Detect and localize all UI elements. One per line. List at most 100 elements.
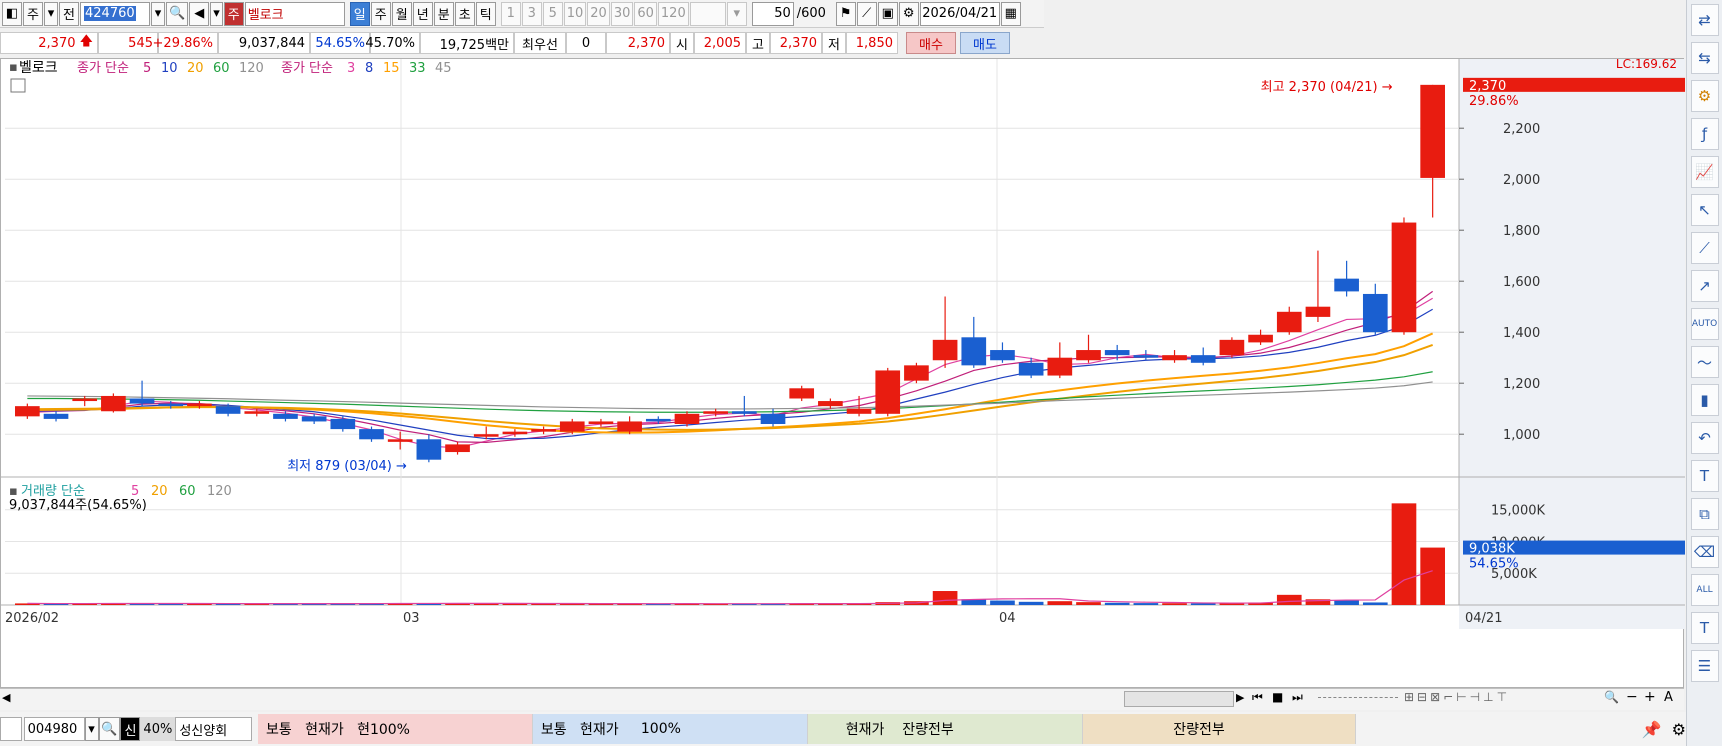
candle-body xyxy=(445,444,470,453)
rewind-icon[interactable]: ⏮ xyxy=(1252,690,1263,705)
formula-icon[interactable]: ƒ xyxy=(1690,118,1719,150)
indicator-icon[interactable]: 📈 xyxy=(1690,156,1719,188)
candle-body xyxy=(1104,350,1130,356)
refresh-icon[interactable]: ⇄ xyxy=(1690,4,1719,36)
interval-tab[interactable]: 60 xyxy=(634,1,657,26)
interval-custom-field[interactable] xyxy=(689,1,726,26)
market-button[interactable]: 주 xyxy=(23,1,43,26)
font-size-icon[interactable]: A xyxy=(1664,690,1673,705)
period-tab[interactable]: 월 xyxy=(391,1,412,26)
low-label: 저 xyxy=(822,32,846,54)
interval-tab[interactable]: 3 xyxy=(521,1,542,26)
volume-bar xyxy=(932,591,958,605)
calendar-icon[interactable]: ▦ xyxy=(1000,1,1021,26)
text-box-icon[interactable]: T xyxy=(1690,612,1719,644)
legend-ma2-period: 45 xyxy=(435,61,452,76)
stop-icon[interactable]: ■ xyxy=(1272,690,1283,704)
candle-body xyxy=(359,429,384,440)
period-tab[interactable]: 틱 xyxy=(475,1,496,26)
vol-marker-pct: 54.65% xyxy=(1469,557,1519,572)
candlestick-chart[interactable]: 1,0001,2001,4001,6001,8002,0002,2005,000… xyxy=(1,57,1687,689)
scroll-left-icon[interactable]: ◀ xyxy=(2,691,18,707)
period-tab[interactable]: 년 xyxy=(412,1,433,26)
blank-field[interactable] xyxy=(0,717,22,741)
zoom-in-icon[interactable]: + xyxy=(1644,689,1656,705)
price-type-label: 현재가 xyxy=(579,722,619,738)
hline-icon[interactable]: ☰ xyxy=(1690,650,1719,682)
trendline-icon[interactable]: ⟋ xyxy=(1690,232,1719,264)
date-input[interactable]: 2026/04/21 xyxy=(919,1,1000,26)
zoom-search-icon[interactable]: 🔍 xyxy=(1604,690,1619,704)
jeon-button[interactable]: 전 xyxy=(59,1,79,26)
cancel-order-panel[interactable]: 잔량전부 xyxy=(1083,714,1356,744)
chart-scrollbar[interactable]: ◀ ▶ ⏮ ■ ⏭ ⊞⊟⊠⌐⊢⊣⊥⊤ 🔍 − + A xyxy=(0,688,1684,710)
scroll-thumb[interactable] xyxy=(1124,691,1234,707)
interval-tab[interactable]: 5 xyxy=(542,1,563,26)
chart-area[interactable]: 1,000 1,200 1,400 1,600 1,800 2,000 2,200 5,000… xyxy=(0,57,1687,689)
count-input[interactable]: 50 xyxy=(751,1,794,26)
order-code-input[interactable]: 004980 xyxy=(23,717,85,741)
candle-body xyxy=(645,418,671,422)
bottom-gear-icon[interactable]: ⚙ xyxy=(1672,720,1686,739)
candle-body xyxy=(1133,355,1159,358)
buy-order-panel[interactable]: 보통 현재가 현100% xyxy=(257,714,533,744)
interval-tab[interactable]: 1 xyxy=(500,1,521,26)
period-tab[interactable]: 초 xyxy=(454,1,475,26)
candle-body xyxy=(961,337,987,366)
ray-icon[interactable]: ↗ xyxy=(1690,270,1719,302)
period-tab[interactable]: 분 xyxy=(433,1,454,26)
zoom-out-icon[interactable]: − xyxy=(1626,689,1638,705)
period-tab[interactable]: 주 xyxy=(370,1,391,26)
volume-ma-line xyxy=(27,570,1433,605)
settings-icon[interactable]: ⚙ xyxy=(1690,80,1719,112)
interval-tab[interactable]: 120 xyxy=(657,1,689,26)
swap-icon[interactable]: ⇆ xyxy=(1690,42,1719,74)
fast-forward-icon[interactable]: ⏭ xyxy=(1292,690,1303,705)
scroll-right-icon[interactable]: ▶ xyxy=(1236,691,1244,704)
candle-body xyxy=(1219,339,1245,356)
qty-label: 잔량전부 xyxy=(902,722,954,738)
pin-icon[interactable]: 📌 xyxy=(1642,720,1662,739)
interval-tab[interactable]: 20 xyxy=(587,1,610,26)
eraser-all-icon[interactable]: ALL xyxy=(1690,574,1719,606)
zoom-slider[interactable] xyxy=(1318,697,1398,701)
qty-label: 100% xyxy=(640,721,681,737)
sell-button[interactable]: 매도 xyxy=(960,32,1010,54)
interval-dropdown-icon[interactable]: ▾ xyxy=(726,1,747,26)
order-code-dropdown-icon[interactable]: ▾ xyxy=(84,717,99,741)
zoom-icons[interactable]: ⊞⊟⊠⌐⊢⊣⊥⊤ xyxy=(1404,690,1510,704)
wave-icon[interactable]: 〜 xyxy=(1690,346,1719,378)
price-marker-pct: 29.86% xyxy=(1469,94,1519,109)
candle-body xyxy=(846,408,872,414)
x-tick-label: 04 xyxy=(999,611,1016,626)
sound-dropdown-icon[interactable]: ▾ xyxy=(210,1,223,26)
save-icon[interactable]: ▣ xyxy=(877,1,898,26)
gear-icon[interactable]: ⚙ xyxy=(898,1,919,26)
candle-icon[interactable]: ▮ xyxy=(1690,384,1719,416)
eraser-icon[interactable]: ⌫ xyxy=(1690,536,1719,568)
sound-icon[interactable]: ◀ xyxy=(189,1,210,26)
order-search-icon[interactable]: 🔍 xyxy=(98,717,121,741)
candle-style-icon[interactable]: ⚑ xyxy=(835,1,856,26)
line-style-icon[interactable]: ⟋ xyxy=(856,1,877,26)
cursor-icon[interactable]: ↖ xyxy=(1690,194,1719,226)
volume-bar xyxy=(1420,547,1445,605)
sell-order-panel[interactable]: 보통 현재가 100% xyxy=(532,714,808,744)
code-dropdown-icon[interactable]: ▾ xyxy=(151,1,165,26)
modify-order-panel[interactable]: 현재가 잔량전부 xyxy=(807,714,1084,744)
stock-code-input[interactable]: 424760 xyxy=(80,1,150,26)
stock-name-field[interactable]: 벨로크 xyxy=(244,1,345,26)
copy-icon[interactable]: ⧉ xyxy=(1690,498,1719,530)
candle-body xyxy=(1420,84,1445,178)
search-icon[interactable]: 🔍 xyxy=(166,1,189,26)
layout-icon[interactable]: ◧ xyxy=(2,1,22,26)
period-tab[interactable]: 일 xyxy=(349,1,370,26)
market-dropdown-icon[interactable]: ▾ xyxy=(44,1,58,26)
text-tool-icon[interactable]: T xyxy=(1690,460,1719,492)
legend-ma1-period: 60 xyxy=(213,61,230,76)
auto-line-icon[interactable]: AUTO xyxy=(1690,308,1719,340)
buy-button[interactable]: 매수 xyxy=(906,32,956,54)
interval-tab[interactable]: 30 xyxy=(610,1,634,26)
undo-icon[interactable]: ↶ xyxy=(1690,422,1719,454)
interval-tab[interactable]: 10 xyxy=(563,1,587,26)
